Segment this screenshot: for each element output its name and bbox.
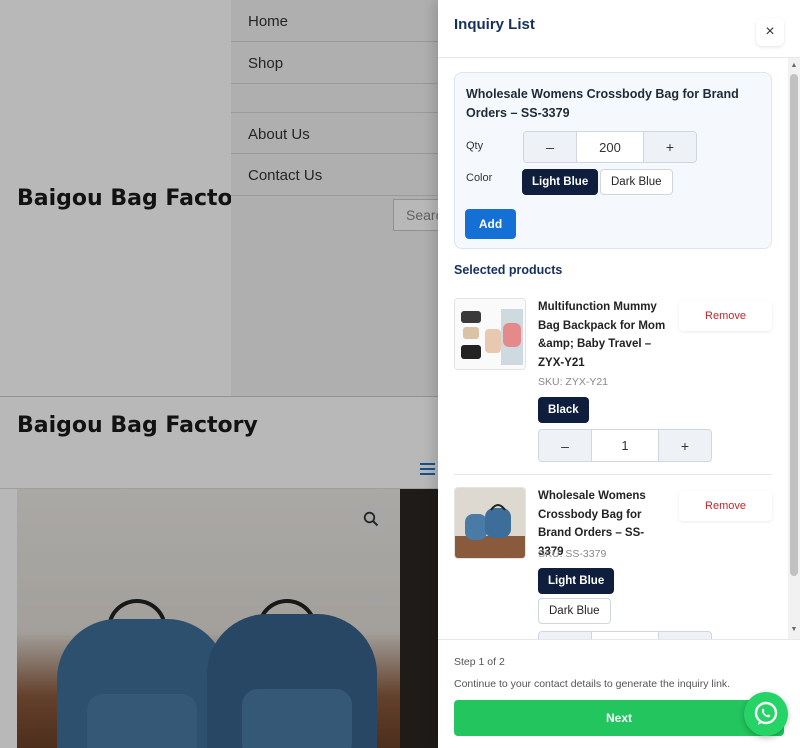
qty-decrement-button[interactable]: – xyxy=(524,132,576,162)
qty-increment-button[interactable]: + xyxy=(659,430,711,461)
product-name[interactable]: Multifunction Mummy Bag Backpack for Mom… xyxy=(538,298,666,372)
whatsapp-button[interactable] xyxy=(744,692,788,736)
product-sku: SKU: ZYX-Y21 xyxy=(538,376,609,388)
product-sku: SKU: SS-3379 xyxy=(538,548,607,560)
step-indicator: Step 1 of 2 xyxy=(454,656,505,668)
drawer-footer: Step 1 of 2 Continue to your contact det… xyxy=(438,639,800,748)
drawer-title: Inquiry List xyxy=(454,16,535,33)
scroll-down-icon[interactable]: ▼ xyxy=(790,626,798,633)
qty-label: Qty xyxy=(466,140,484,152)
qty-input[interactable] xyxy=(591,632,659,639)
product-color-option-dark-blue[interactable]: Dark Blue xyxy=(538,598,611,624)
selected-products-heading: Selected products xyxy=(454,263,563,277)
quick-add-card: Wholesale Womens Crossbody Bag for Brand… xyxy=(454,72,772,249)
quick-add-product-name: Wholesale Womens Crossbody Bag for Brand… xyxy=(466,87,739,120)
selected-product-item: Wholesale Womens Crossbody Bag for Brand… xyxy=(454,487,772,639)
remove-button[interactable]: Remove xyxy=(679,301,772,331)
product-qty-stepper: – 1 + xyxy=(538,429,712,462)
qty-increment-button[interactable]: + xyxy=(644,132,696,162)
qty-increment-button[interactable]: + xyxy=(659,632,711,639)
add-button[interactable]: Add xyxy=(465,209,516,239)
whatsapp-icon xyxy=(754,701,778,725)
drawer-header: Inquiry List × xyxy=(438,0,800,58)
drawer-scrollbar-thumb[interactable] xyxy=(790,74,798,576)
scroll-up-icon[interactable]: ▲ xyxy=(790,62,798,69)
qty-decrement-button[interactable]: – xyxy=(539,632,591,639)
product-thumbnail xyxy=(454,298,526,370)
inquiry-drawer: Inquiry List × Wholesale Womens Crossbod… xyxy=(438,0,800,748)
qty-decrement-button[interactable]: – xyxy=(539,430,591,461)
close-button[interactable]: × xyxy=(756,18,784,46)
selected-product-item: Multifunction Mummy Bag Backpack for Mom… xyxy=(454,298,772,475)
product-color-option-light-blue[interactable]: Light Blue xyxy=(538,568,615,594)
close-icon: × xyxy=(765,23,775,40)
quick-add-qty-stepper: – 200 + xyxy=(523,131,697,163)
qty-input[interactable]: 1 xyxy=(591,430,659,461)
product-color-option-black[interactable]: Black xyxy=(538,397,589,423)
next-button[interactable]: Next xyxy=(454,700,784,736)
product-thumbnail xyxy=(454,487,526,559)
product-qty-stepper: – + xyxy=(538,631,712,639)
drawer-scroll-area[interactable]: Wholesale Womens Crossbody Bag for Brand… xyxy=(438,58,800,639)
footer-note: Continue to your contact details to gene… xyxy=(454,678,731,690)
qty-input[interactable]: 200 xyxy=(576,132,644,162)
color-label: Color xyxy=(466,172,493,184)
color-option-dark-blue[interactable]: Dark Blue xyxy=(600,169,673,195)
color-option-light-blue[interactable]: Light Blue xyxy=(522,169,599,195)
remove-button[interactable]: Remove xyxy=(679,491,772,521)
